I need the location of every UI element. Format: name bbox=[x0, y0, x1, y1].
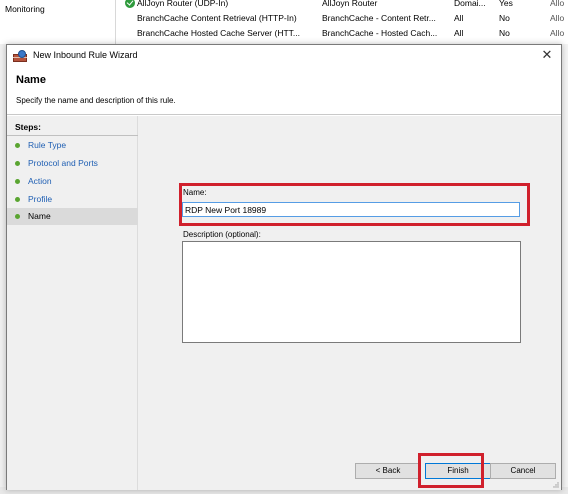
back-button[interactable]: < Back bbox=[355, 463, 421, 479]
step-rule-type[interactable]: Rule Type bbox=[7, 137, 138, 154]
steps-title: Steps: bbox=[15, 122, 41, 132]
close-icon[interactable]: ✕ bbox=[539, 47, 555, 63]
step-name[interactable]: Name bbox=[7, 208, 138, 225]
title-bar[interactable]: New Inbound Rule Wizard ✕ bbox=[7, 45, 561, 67]
page-subtitle: Specify the name and description of this… bbox=[16, 96, 176, 105]
rule-group: AllJoyn Router bbox=[322, 0, 378, 8]
rule-row[interactable]: BranchCache Hosted Cache Server (HTT... … bbox=[118, 27, 568, 40]
rule-name: AllJoyn Router (UDP-In) bbox=[137, 0, 229, 8]
step-bullet-icon bbox=[15, 197, 20, 202]
step-label: Profile bbox=[28, 194, 53, 204]
content-pane: Name: Description (optional): < Back Fin… bbox=[139, 116, 561, 490]
cancel-button[interactable]: Cancel bbox=[490, 463, 556, 479]
rule-enabled: No bbox=[499, 28, 510, 38]
rule-row[interactable]: AllJoyn Router (UDP-In) AllJoyn Router D… bbox=[118, 0, 568, 10]
resize-grip-icon[interactable] bbox=[551, 480, 559, 488]
rule-group: BranchCache - Hosted Cach... bbox=[322, 28, 438, 38]
rule-profile: All bbox=[454, 13, 464, 23]
rule-profile: Domai... bbox=[454, 0, 486, 8]
step-bullet-icon bbox=[15, 214, 20, 219]
finish-highlight-box bbox=[418, 453, 484, 488]
rule-row[interactable]: BranchCache Content Retrieval (HTTP-In) … bbox=[118, 12, 568, 25]
rule-profile: All bbox=[454, 28, 464, 38]
description-textarea[interactable] bbox=[182, 241, 521, 343]
window-title: New Inbound Rule Wizard bbox=[33, 50, 138, 60]
description-label: Description (optional): bbox=[183, 230, 261, 239]
step-action[interactable]: Action bbox=[7, 173, 138, 190]
rules-list: AllJoyn Router (UDP-In) AllJoyn Router D… bbox=[118, 0, 568, 44]
rule-name: BranchCache Hosted Cache Server (HTT... bbox=[137, 28, 300, 38]
step-protocol-and-ports[interactable]: Protocol and Ports bbox=[7, 155, 138, 172]
new-inbound-rule-wizard-dialog: New Inbound Rule Wizard ✕ Name Specify t… bbox=[6, 44, 562, 490]
enabled-check-icon bbox=[125, 0, 135, 8]
rule-action: Allo bbox=[550, 28, 565, 38]
step-bullet-icon bbox=[15, 161, 20, 166]
step-label: Action bbox=[28, 176, 52, 186]
rule-name: BranchCache Content Retrieval (HTTP-In) bbox=[137, 13, 297, 23]
rule-action: Allo bbox=[550, 13, 565, 23]
rule-enabled: Yes bbox=[499, 0, 513, 8]
rule-action: Allo bbox=[550, 0, 565, 8]
firewall-icon bbox=[13, 50, 27, 62]
step-label: Rule Type bbox=[28, 140, 67, 150]
divider bbox=[7, 135, 138, 136]
step-label: Name bbox=[28, 211, 51, 221]
console-tree-pane: Monitoring bbox=[0, 0, 116, 44]
step-label: Protocol and Ports bbox=[28, 158, 98, 168]
wizard-body: Steps: Rule Type Protocol and Ports Acti… bbox=[7, 116, 561, 490]
steps-pane: Steps: Rule Type Protocol and Ports Acti… bbox=[7, 116, 138, 490]
step-bullet-icon bbox=[15, 179, 20, 184]
rule-group: BranchCache - Content Retr... bbox=[322, 13, 436, 23]
step-profile[interactable]: Profile bbox=[7, 191, 138, 208]
wizard-header: Name Specify the name and description of… bbox=[7, 67, 561, 115]
page-title: Name bbox=[16, 74, 46, 86]
step-bullet-icon bbox=[15, 143, 20, 148]
rule-enabled: No bbox=[499, 13, 510, 23]
console-tree-item-monitoring[interactable]: Monitoring bbox=[5, 4, 45, 14]
name-highlight-box bbox=[179, 183, 530, 226]
